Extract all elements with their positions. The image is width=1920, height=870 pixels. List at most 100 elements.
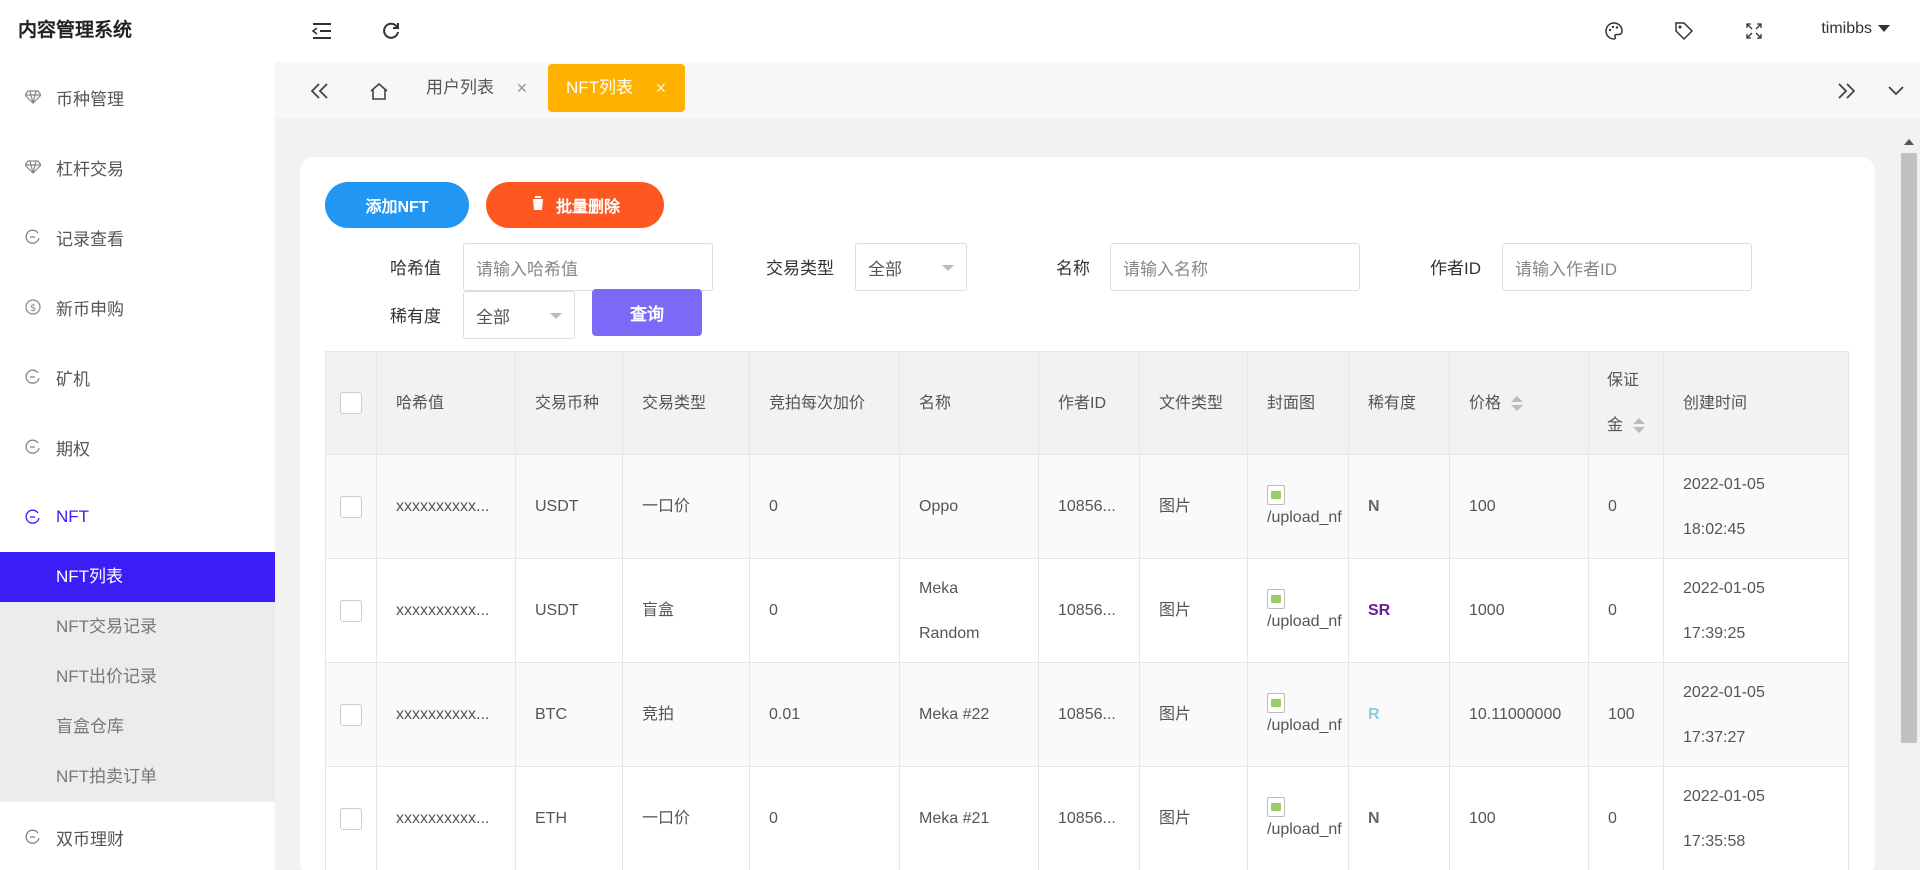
- sidebar-item-records[interactable]: 记录查看: [0, 202, 275, 272]
- cell-rarity: N: [1349, 767, 1450, 870]
- cell-cover: /upload_nf: [1248, 767, 1349, 870]
- cell-hash: xxxxxxxxxx...: [377, 767, 516, 870]
- close-icon[interactable]: ✕: [655, 80, 667, 96]
- sidebar-subitem-nft-bids[interactable]: NFT出价记录: [0, 652, 275, 702]
- cell-trade-type: 盲盒: [623, 559, 750, 662]
- sidebar-subitem-nft-list[interactable]: NFT列表: [0, 552, 275, 602]
- cell-deposit: 0: [1589, 767, 1664, 870]
- sort-icon[interactable]: [1511, 395, 1524, 411]
- cell-select: [326, 455, 377, 558]
- batch-delete-label: 批量删除: [555, 199, 620, 216]
- file-type-value: 图片: [1159, 810, 1192, 827]
- cover-alt-text: /upload_nf: [1267, 508, 1342, 526]
- select-all-checkbox[interactable]: [340, 392, 362, 414]
- sidebar-item-dual-currency[interactable]: 双币理财: [0, 802, 275, 870]
- sidebar: 内容管理系统 币种管理 杠杆交易 记录查看 $ 新币申购 矿机 期权 NFT N…: [0, 0, 275, 870]
- cell-increment: 0.01: [750, 663, 900, 766]
- increment-value: 0.01: [769, 706, 801, 723]
- price-value: 10.11000000: [1469, 706, 1562, 723]
- scroll-up-arrow-icon[interactable]: [1904, 139, 1914, 145]
- nft-name-line1: Meka: [919, 579, 959, 597]
- author-id-value: 10856...: [1058, 602, 1116, 619]
- sidebar-item-options[interactable]: 期权: [0, 412, 275, 482]
- user-menu[interactable]: timibbs: [1821, 20, 1890, 38]
- batch-delete-button[interactable]: 批量删除: [486, 182, 664, 228]
- sidebar-item-subscription[interactable]: $ 新币申购: [0, 272, 275, 342]
- query-button[interactable]: 查询: [592, 289, 702, 336]
- sidebar-subitem-auction-orders[interactable]: NFT拍卖订单: [0, 752, 275, 802]
- diamond-icon: [24, 158, 42, 176]
- cell-price: 100: [1450, 455, 1589, 558]
- cell-created: 2022-01-05 18:02:45: [1664, 455, 1848, 558]
- circle-arrow-icon: [24, 368, 42, 386]
- rarity-select[interactable]: 全部: [463, 291, 575, 339]
- username: timibbs: [1821, 20, 1872, 37]
- sidebar-item-nft[interactable]: NFT: [0, 482, 275, 552]
- page-scrollbar[interactable]: [1898, 137, 1920, 870]
- sidebar-item-label: 币种管理: [56, 89, 124, 109]
- trade-type-select[interactable]: 全部: [855, 243, 967, 291]
- table-row: xxxxxxxxxx... USDT 盲盒 0 Meka Random 10856... 图片…: [326, 559, 1848, 663]
- row-checkbox[interactable]: [340, 599, 362, 622]
- scroll-thumb[interactable]: [1901, 153, 1917, 743]
- tab-nft-list[interactable]: NFT列表 ✕: [548, 64, 685, 112]
- cell-price: 10.11000000: [1450, 663, 1589, 766]
- cell-name: Meka #21: [900, 767, 1039, 870]
- refresh-icon[interactable]: [378, 18, 404, 44]
- cell-select: [326, 559, 377, 662]
- header-cover: 封面图: [1248, 352, 1349, 454]
- content-panel: 添加NFT 批量删除 哈希值 请输入哈希值 交易类型 全部 名称 请输入名称 作…: [300, 157, 1875, 870]
- cell-author-id: 10856...: [1039, 767, 1140, 870]
- sidebar-subitem-blindbox[interactable]: 盲盒仓库: [0, 702, 275, 752]
- header-author-id: 作者ID: [1039, 352, 1140, 454]
- close-icon[interactable]: ✕: [516, 80, 528, 96]
- diamond-icon: [24, 88, 42, 106]
- broken-image-icon: [1267, 692, 1285, 713]
- sidebar-item-label: NFT: [56, 507, 90, 526]
- fullscreen-icon[interactable]: [1741, 18, 1767, 44]
- tab-user-list[interactable]: 用户列表 ✕: [408, 64, 546, 112]
- header-hash: 哈希值: [377, 352, 516, 454]
- tag-icon[interactable]: [1671, 18, 1697, 44]
- circle-arrow-icon: [24, 438, 42, 456]
- cell-created: 2022-01-05 17:37:27: [1664, 663, 1848, 766]
- header-select-all: [326, 352, 377, 454]
- header-trade-type: 交易类型: [623, 352, 750, 454]
- header-deposit[interactable]: 保证 金: [1589, 352, 1664, 454]
- cell-coin: BTC: [516, 663, 623, 766]
- hash-value: xxxxxxxxxx...: [396, 602, 490, 619]
- row-checkbox[interactable]: [340, 807, 362, 830]
- sidebar-item-label: 新币申购: [56, 299, 124, 319]
- created-time: 17:35:58: [1683, 832, 1746, 850]
- sidebar-item-mining[interactable]: 矿机: [0, 342, 275, 412]
- hash-value: xxxxxxxxxx...: [396, 810, 490, 827]
- created-time: 18:02:45: [1683, 520, 1746, 538]
- name-input[interactable]: 请输入名称: [1110, 243, 1360, 291]
- home-tab-icon[interactable]: [364, 76, 394, 106]
- rarity-value: N: [1368, 498, 1380, 515]
- menu-fold-icon[interactable]: [309, 18, 335, 44]
- rarity-value: 全部: [476, 307, 510, 327]
- row-checkbox[interactable]: [340, 703, 362, 726]
- author-id-input[interactable]: 请输入作者ID: [1502, 243, 1752, 291]
- cell-trade-type: 竞拍: [623, 663, 750, 766]
- cell-cover: /upload_nf: [1248, 663, 1349, 766]
- rarity-value: SR: [1368, 602, 1391, 619]
- cell-increment: 0: [750, 559, 900, 662]
- row-checkbox[interactable]: [340, 495, 362, 518]
- cell-increment: 0: [750, 455, 900, 558]
- table-row: xxxxxxxxxx... USDT 一口价 0 Oppo 10856... 图片/uplo…: [326, 455, 1848, 559]
- tabs-scroll-left-icon[interactable]: [305, 76, 335, 106]
- sidebar-subitem-nft-trades[interactable]: NFT交易记录: [0, 602, 275, 652]
- tabs-menu-chevron-down-icon[interactable]: [1881, 76, 1911, 106]
- tabs-scroll-right-icon[interactable]: [1831, 76, 1861, 106]
- sort-icon[interactable]: [1633, 418, 1646, 434]
- deposit-value: 100: [1608, 706, 1635, 723]
- hash-input[interactable]: 请输入哈希值: [463, 243, 713, 291]
- sidebar-item-currency[interactable]: 币种管理: [0, 62, 275, 132]
- palette-icon[interactable]: [1601, 18, 1627, 44]
- sidebar-item-leverage[interactable]: 杠杆交易: [0, 132, 275, 202]
- created-time: 17:39:25: [1683, 624, 1746, 642]
- add-nft-button[interactable]: 添加NFT: [325, 182, 469, 228]
- header-price[interactable]: 价格: [1450, 352, 1589, 454]
